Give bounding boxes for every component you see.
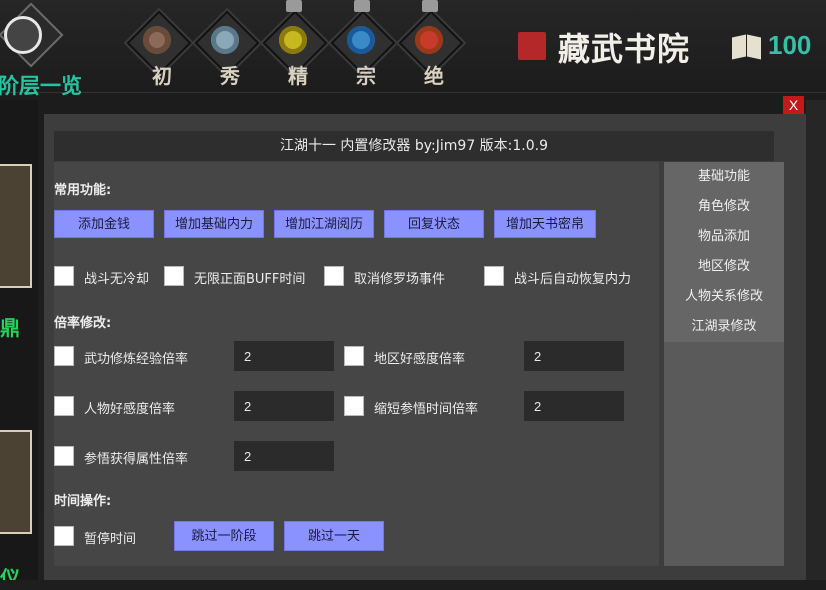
add-jianghu-exp-button[interactable]: 增加江湖阅历 [274, 210, 374, 238]
restore-status-button[interactable]: 回复状态 [384, 210, 484, 238]
stage-name: 绝 [424, 64, 444, 88]
stage-tabs: 初 秀 精 宗 绝 [118, 0, 464, 92]
comprehend-attr-multiplier-label: 参悟获得属性倍率 [84, 452, 189, 467]
lock-icon [286, 0, 302, 12]
red-seal-icon [518, 32, 546, 60]
stage-tab-jue[interactable]: 绝 [390, 0, 466, 90]
left-card [0, 164, 32, 288]
add-money-button[interactable]: 添加金钱 [54, 210, 154, 238]
lock-icon [354, 0, 370, 12]
cancel-shura-event-checkbox[interactable] [324, 266, 344, 286]
tab-character[interactable]: 角色修改 [664, 192, 784, 222]
avatar[interactable] [0, 2, 68, 72]
region-favor-multiplier-checkbox[interactable] [344, 346, 364, 366]
region-favor-multiplier-label: 地区好感度倍率 [374, 352, 466, 367]
shorten-comprehend-multiplier-label: 缩短参悟时间倍率 [374, 402, 479, 417]
tab-list: 基础功能 角色修改 物品添加 地区修改 人物关系修改 江湖录修改 [664, 162, 784, 566]
comprehend-attr-multiplier-input[interactable] [234, 441, 334, 471]
bottom-strip [0, 580, 826, 590]
skip-stage-button[interactable]: 跳过一阶段 [174, 521, 274, 551]
character-favor-multiplier-label: 人物好感度倍率 [84, 402, 176, 417]
stage-tab-xiu[interactable]: 秀 [186, 8, 262, 90]
comprehend-attr-multiplier-checkbox[interactable] [54, 446, 74, 466]
martial-exp-multiplier-input[interactable] [234, 341, 334, 371]
section-common: 常用功能: [54, 183, 112, 198]
shorten-comprehend-multiplier-input[interactable] [524, 391, 624, 421]
blue-dragon-emblem-icon [347, 26, 375, 54]
tab-relationships[interactable]: 人物关系修改 [664, 282, 784, 312]
cancel-shura-event-label: 取消修罗场事件 [354, 272, 446, 287]
left-card [0, 430, 32, 534]
avatar-face-icon [4, 16, 42, 54]
add-base-neili-button[interactable]: 增加基础内力 [164, 210, 264, 238]
trainer-title: 江湖十一 内置修改器 by:Jim97 版本:1.0.9 [54, 131, 774, 161]
no-cooldown-label: 战斗无冷却 [84, 272, 150, 287]
martial-exp-multiplier-checkbox[interactable] [54, 346, 74, 366]
tab-region[interactable]: 地区修改 [664, 252, 784, 282]
no-cooldown-checkbox[interactable] [54, 266, 74, 286]
auto-restore-neili-label: 战斗后自动恢复内力 [514, 272, 632, 287]
book-count: 100 [768, 30, 812, 60]
stage-tab-chu[interactable]: 初 [118, 8, 194, 90]
game-top-bar: 初 秀 精 宗 绝 藏武书院 100 [0, 0, 826, 93]
round-brown-emblem-icon [143, 26, 171, 54]
skip-day-button[interactable]: 跳过一天 [284, 521, 384, 551]
close-button[interactable]: X [783, 96, 804, 115]
gold-serpent-emblem-icon [279, 26, 307, 54]
main-panel: 常用功能: 添加金钱 增加基础内力 增加江湖阅历 回复状态 增加天书密帛 战斗无… [54, 162, 659, 566]
red-beast-emblem-icon [415, 26, 443, 54]
pause-time-label: 暂停时间 [84, 532, 137, 547]
shorten-comprehend-multiplier-checkbox[interactable] [344, 396, 364, 416]
tab-items[interactable]: 物品添加 [664, 222, 784, 252]
left-side-panel: 鼎 仪 [0, 100, 38, 590]
tab-jianghu-records[interactable]: 江湖录修改 [664, 312, 784, 342]
location-title: 藏武书院 [558, 30, 691, 68]
infinite-buff-checkbox[interactable] [164, 266, 184, 286]
stage-tab-zong[interactable]: 宗 [322, 0, 398, 90]
martial-exp-multiplier-label: 武功修炼经验倍率 [84, 352, 189, 367]
character-favor-multiplier-input[interactable] [234, 391, 334, 421]
lock-icon [422, 0, 438, 12]
section-multiplier: 倍率修改: [54, 316, 112, 331]
trainer-window: 江湖十一 内置修改器 by:Jim97 版本:1.0.9 常用功能: 添加金钱 … [44, 114, 806, 580]
right-side-panel [806, 100, 826, 590]
infinite-buff-label: 无限正面BUFF时间 [194, 272, 306, 287]
pause-time-checkbox[interactable] [54, 526, 74, 546]
left-partial-text: 鼎 [0, 316, 20, 340]
character-favor-multiplier-checkbox[interactable] [54, 396, 74, 416]
round-gray-emblem-icon [211, 26, 239, 54]
book-icon [732, 34, 762, 60]
tab-basic[interactable]: 基础功能 [664, 162, 784, 192]
stage-overview-label[interactable]: 阶层一览 [0, 70, 82, 100]
auto-restore-neili-checkbox[interactable] [484, 266, 504, 286]
stage-tab-jing[interactable]: 精 [254, 0, 330, 90]
section-time: 时间操作: [54, 494, 112, 509]
add-tianshu-mibo-button[interactable]: 增加天书密帛 [494, 210, 596, 238]
region-favor-multiplier-input[interactable] [524, 341, 624, 371]
